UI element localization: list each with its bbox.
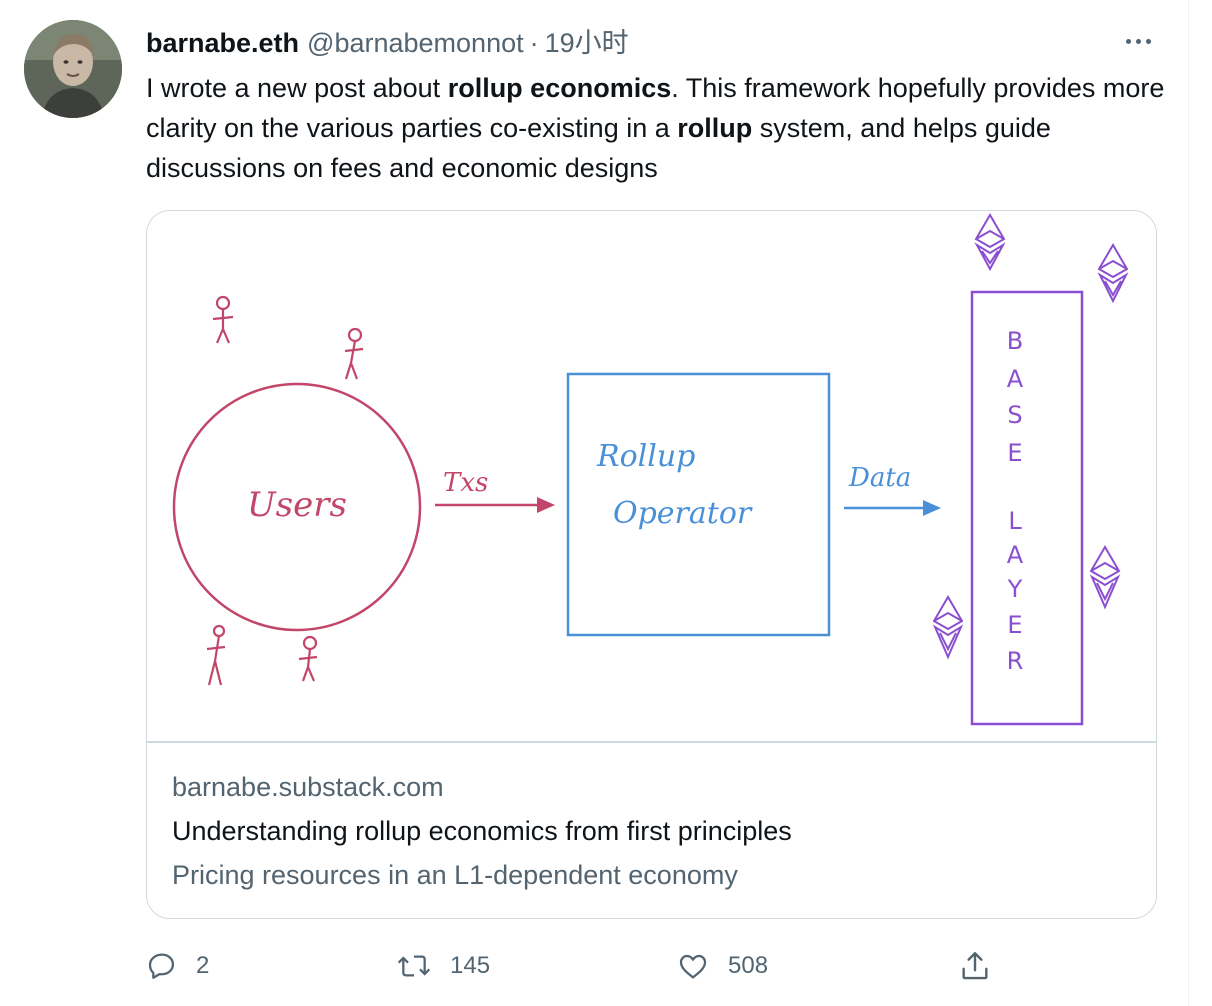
like-count: 508	[728, 952, 769, 979]
card-title: Understanding rollup economics from firs…	[172, 816, 792, 846]
avatar-photo	[24, 20, 122, 118]
timestamp[interactable]: 19小时	[545, 26, 629, 60]
separator-dot: ·	[529, 28, 539, 58]
card-domain: barnabe.substack.com	[172, 772, 444, 802]
layer-letter: L	[1008, 507, 1022, 535]
base-letter: E	[1007, 439, 1022, 467]
tweet-text: I wrote a new post about rollup economic…	[146, 68, 1166, 188]
layer-letter: Y	[1007, 575, 1023, 603]
retweet-icon	[397, 955, 431, 977]
base-letter: S	[1007, 401, 1022, 429]
tweet-text-bold: rollup economics	[447, 73, 672, 103]
more-options-button[interactable]	[1118, 26, 1158, 56]
base-letter: A	[1007, 365, 1024, 393]
layer-letter: A	[1007, 541, 1024, 569]
display-name[interactable]: barnabe.eth	[146, 26, 299, 60]
tweet-text-part: I wrote a new post about	[146, 73, 448, 103]
tweet-actions: 2 145 508	[146, 944, 1006, 988]
retweet-count: 145	[450, 952, 491, 979]
avatar[interactable]	[24, 20, 122, 118]
card-divider	[147, 741, 1156, 743]
card-image-diagram: Users Txs Rollup Operator Data BASELAYER	[147, 211, 1156, 741]
base-letter: B	[1007, 327, 1023, 355]
timeline-border	[1188, 0, 1189, 1006]
data-label: Data	[848, 463, 911, 493]
users-label: Users	[247, 485, 347, 525]
share-button[interactable]	[958, 944, 992, 988]
reply-button[interactable]: 2	[146, 944, 209, 988]
txs-label: Txs	[443, 468, 488, 498]
more-options-icon	[1125, 38, 1131, 44]
retweet-button[interactable]: 145	[396, 944, 490, 988]
like-button[interactable]: 508	[676, 944, 768, 988]
operator-label-line1: Rollup	[596, 439, 695, 474]
tweet-header: barnabe.eth @barnabemonnot · 19小时	[146, 26, 629, 60]
link-preview-card[interactable]: Users Txs Rollup Operator Data B A S E L…	[146, 210, 1157, 919]
tweet-text-bold: rollup	[677, 113, 753, 143]
like-icon	[679, 954, 707, 979]
reply-icon	[148, 953, 175, 979]
operator-label-line2: Operator	[613, 496, 753, 531]
user-handle[interactable]: @barnabemonnot	[307, 26, 524, 60]
card-description: Pricing resources in an L1-dependent eco…	[172, 860, 738, 890]
layer-letter: E	[1007, 611, 1022, 639]
share-icon	[962, 952, 988, 980]
layer-letter: R	[1007, 647, 1024, 675]
reply-count: 2	[196, 952, 210, 979]
